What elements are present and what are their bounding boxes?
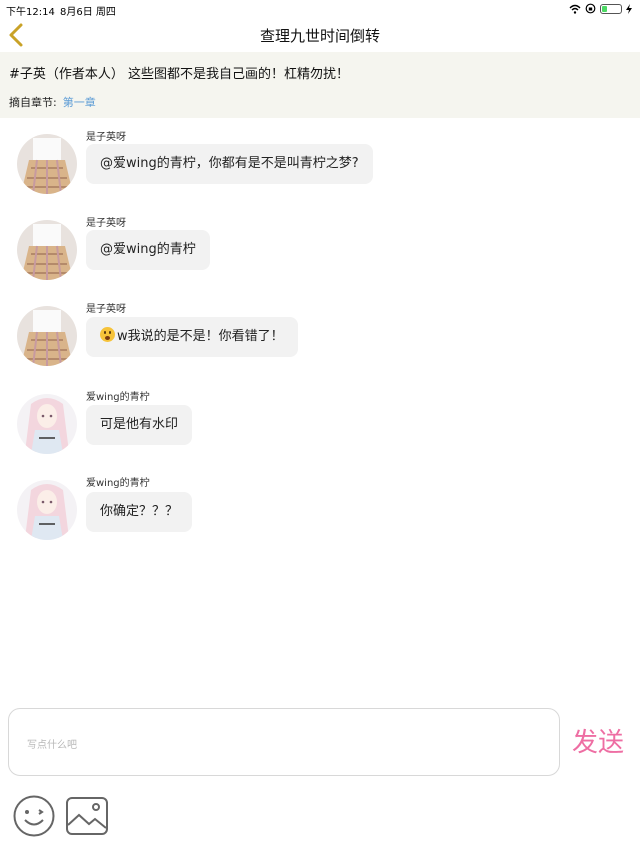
page-title: 查理九世时间倒转 <box>259 27 380 45</box>
status-bar: 下午12:14 8月6日 周四 <box>0 0 640 18</box>
sender-name: 是子英呀 <box>86 218 126 229</box>
input-placeholder: 写点什么吧 <box>27 740 77 751</box>
message-text: 你确定？？？ <box>100 504 179 519</box>
sender-name: 爱wing的青柠 <box>86 478 150 489</box>
avatar[interactable] <box>17 306 77 366</box>
excerpt-header: #子英（作者本人） 这些图都不是我自己画的！杠精勿扰！ 摘自章节: 第一章 <box>0 52 640 118</box>
message-text: @爱wing的青柠，你都有是不是叫青柠之梦? <box>100 156 359 171</box>
message-item: 是子英呀 @爱wing的青柠，你都有是不是叫青柠之梦? <box>0 128 640 208</box>
avatar[interactable] <box>17 480 77 540</box>
message-item: 是子英呀 @爱wing的青柠 <box>0 214 640 294</box>
battery-icon <box>600 3 622 14</box>
status-date: 8月6日 周四 <box>60 7 116 18</box>
message-text: @爱wing的青柠 <box>100 242 196 257</box>
anime-girl-avatar-image <box>17 480 77 540</box>
message-bubble[interactable]: w我说的是不是！你看错了！ <box>86 317 298 357</box>
avatar[interactable] <box>17 394 77 454</box>
message-item: 爱wing的青柠 可是他有水印 <box>0 388 640 468</box>
message-bubble[interactable]: 可是他有水印 <box>86 405 193 445</box>
charging-icon <box>626 3 632 14</box>
sender-name: 是子英呀 <box>86 132 126 143</box>
message-item: 爱wing的青柠 你确定？？？ <box>0 474 640 554</box>
chapter-source: 摘自章节: 第一章 <box>9 94 96 110</box>
nav-bar: 查理九世时间倒转 <box>0 18 640 52</box>
message-bubble[interactable]: @爱wing的青柠 <box>86 230 210 270</box>
image-button[interactable] <box>65 794 109 838</box>
rotation-lock-icon <box>585 3 596 14</box>
wifi-icon <box>569 4 581 14</box>
plaid-skirt-avatar-image <box>17 220 77 280</box>
status-time: 下午12:14 <box>6 7 55 18</box>
chapter-prefix: 摘自章节: <box>9 96 57 109</box>
message-bubble[interactable]: 你确定？？？ <box>86 492 193 532</box>
message-text: 可是他有水印 <box>100 417 179 432</box>
avatar[interactable] <box>17 134 77 194</box>
status-icons <box>569 3 632 14</box>
sender-name: 爱wing的青柠 <box>86 392 150 403</box>
excerpt-text: #子英（作者本人） 这些图都不是我自己画的！杠精勿扰！ <box>9 67 350 82</box>
anime-girl-avatar-image <box>17 394 77 454</box>
smiley-icon <box>13 795 55 837</box>
chapter-link[interactable]: 第一章 <box>63 96 96 109</box>
message-text: w我说的是不是！你看错了！ <box>117 329 284 344</box>
avatar[interactable] <box>17 220 77 280</box>
emoji-button[interactable] <box>12 794 56 838</box>
image-icon <box>66 797 108 835</box>
send-button[interactable]: 发送 <box>572 722 624 759</box>
message-input[interactable]: 写点什么吧 <box>8 708 560 776</box>
surprised-face-emoji <box>100 327 115 342</box>
message-bubble[interactable]: @爱wing的青柠，你都有是不是叫青柠之梦? <box>86 144 373 184</box>
plaid-skirt-avatar-image <box>17 134 77 194</box>
message-item: 是子英呀 w我说的是不是！你看错了！ <box>0 300 640 380</box>
plaid-skirt-avatar-image <box>17 306 77 366</box>
sender-name: 是子英呀 <box>86 304 126 315</box>
